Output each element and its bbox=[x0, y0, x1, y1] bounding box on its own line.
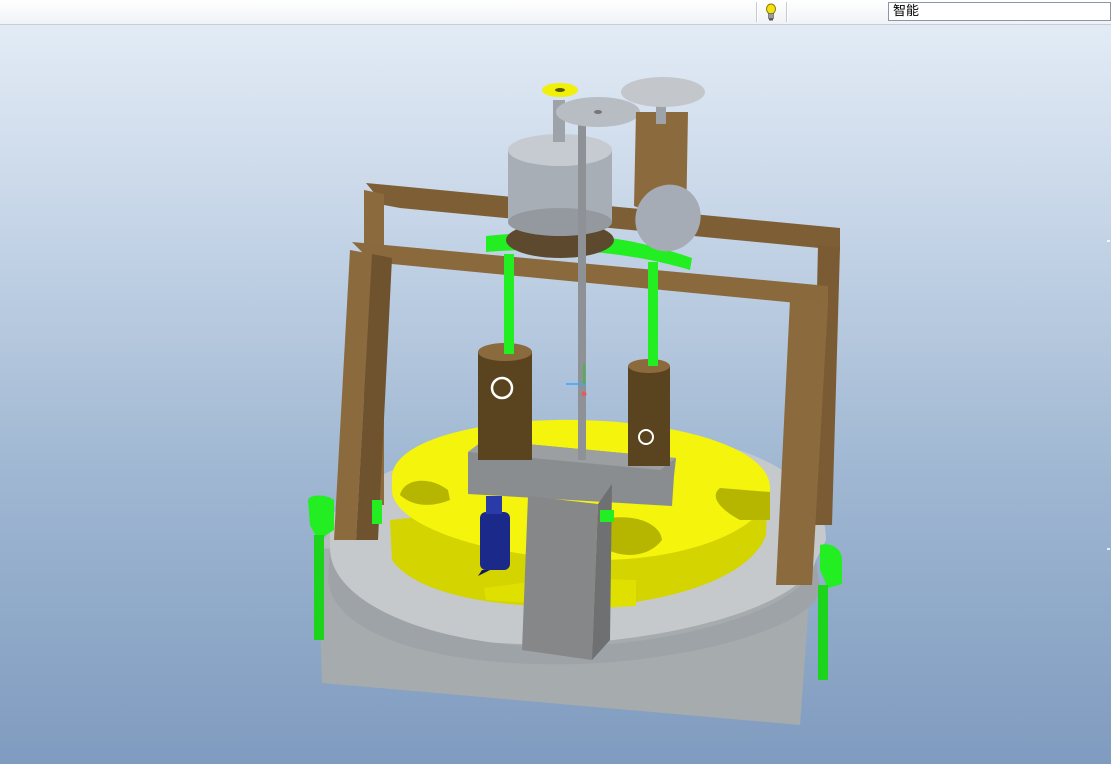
toolbar-separator bbox=[756, 2, 757, 22]
coordinate-axis-icon bbox=[566, 364, 587, 397]
selection-filter-field[interactable]: 智能 bbox=[888, 2, 1111, 21]
lightbulb-icon[interactable] bbox=[761, 2, 781, 22]
top-toolbar: 智能 bbox=[0, 0, 1111, 25]
3d-model-viewport[interactable] bbox=[0, 24, 1111, 764]
toolbar-separator bbox=[786, 2, 787, 22]
